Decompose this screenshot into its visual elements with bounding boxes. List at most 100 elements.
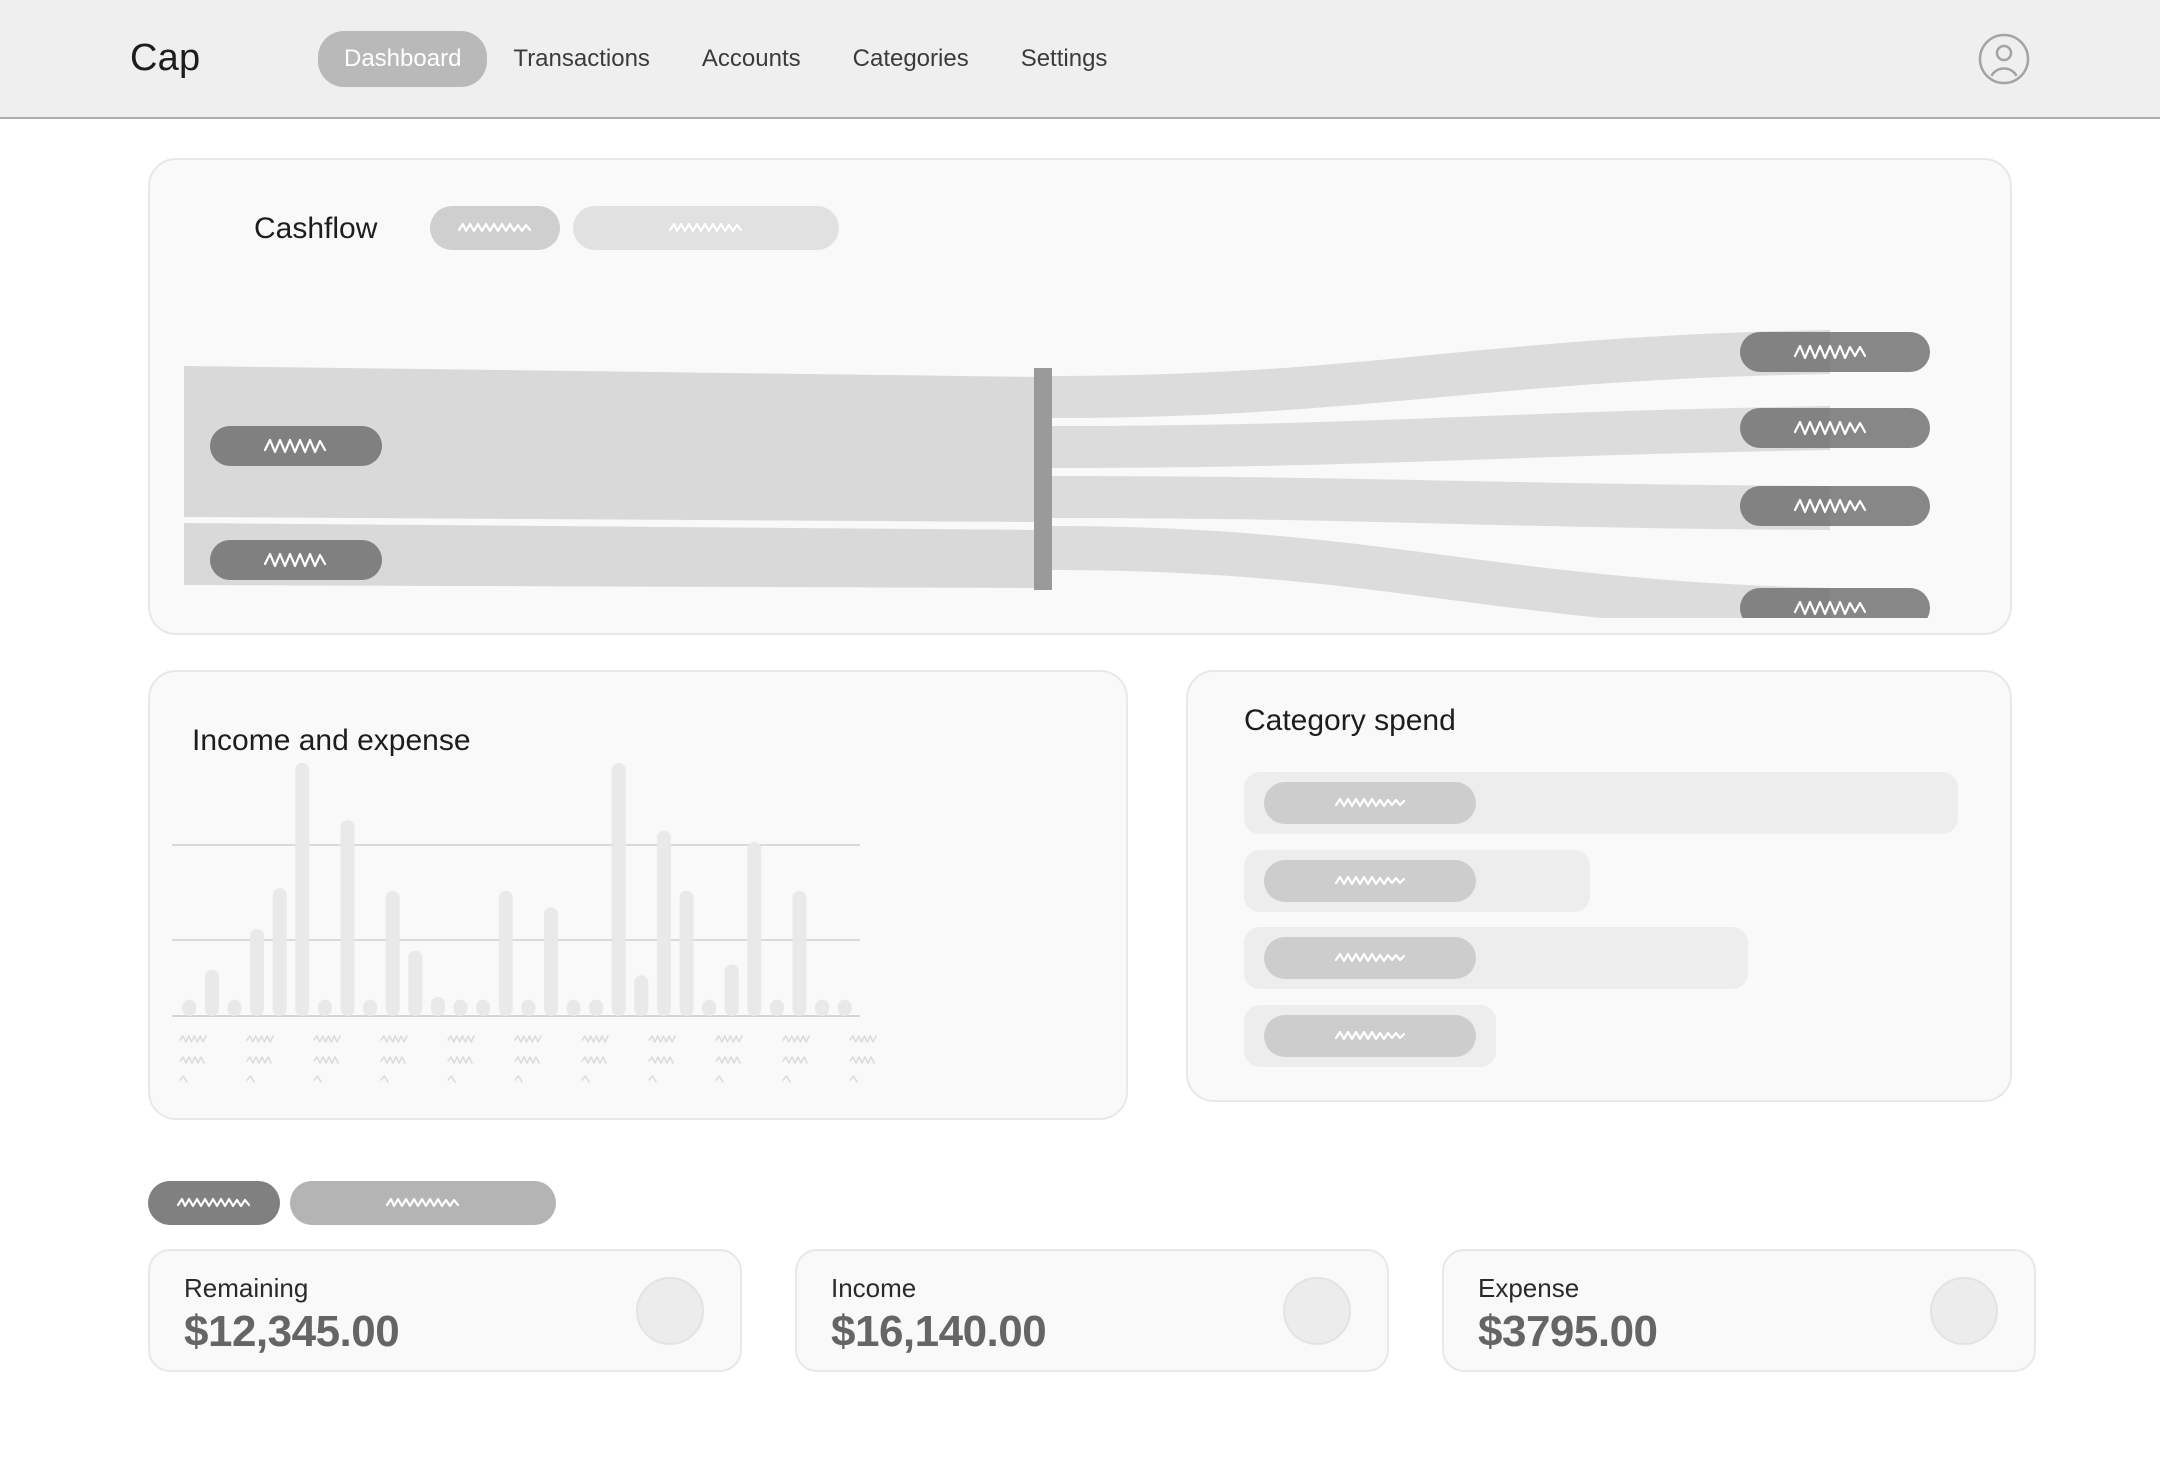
- bar[interactable]: [521, 999, 536, 1016]
- summary-card-income[interactable]: Income $16,140.00: [795, 1249, 1389, 1372]
- sankey-node-dest4[interactable]: [1740, 588, 1930, 618]
- placeholder-scribble-icon: [313, 1075, 322, 1083]
- placeholder-scribble-icon: [176, 1197, 251, 1208]
- placeholder-scribble-icon: [179, 1035, 207, 1043]
- bar[interactable]: [204, 969, 219, 1016]
- placeholder-scribble-icon: [447, 1035, 475, 1043]
- summary-value: $12,345.00: [184, 1307, 400, 1356]
- bar[interactable]: [385, 890, 400, 1016]
- cashflow-chip-secondary[interactable]: [573, 206, 839, 250]
- income-expense-bar-chart: [172, 763, 877, 1083]
- placeholder-scribble-icon: [179, 1075, 188, 1083]
- placeholder-scribble-icon: [849, 1075, 858, 1083]
- category-spend-label[interactable]: [1264, 860, 1476, 902]
- main-nav: Dashboard Transactions Accounts Categori…: [318, 30, 1134, 87]
- placeholder-scribble-icon: [1334, 1030, 1406, 1041]
- bar[interactable]: [498, 890, 513, 1016]
- bar[interactable]: [747, 841, 762, 1016]
- sankey-link-hub-dest4: [1050, 526, 1830, 618]
- placeholder-scribble-icon: [581, 1056, 607, 1064]
- nav-item-categories[interactable]: Categories: [827, 31, 995, 87]
- placeholder-scribble-icon: [514, 1035, 542, 1043]
- bar[interactable]: [476, 999, 491, 1016]
- placeholder-scribble-icon: [668, 222, 743, 233]
- bar-series: [182, 763, 852, 1016]
- placeholder-scribble-icon: [514, 1056, 540, 1064]
- toggle-secondary[interactable]: [290, 1181, 556, 1225]
- bar[interactable]: [566, 999, 581, 1016]
- bar[interactable]: [611, 763, 626, 1016]
- bar[interactable]: [408, 950, 423, 1016]
- placeholder-scribble-icon: [648, 1035, 676, 1043]
- toggle-primary[interactable]: [148, 1181, 280, 1225]
- sankey-node-dest3[interactable]: [1740, 486, 1930, 526]
- category-spend-label[interactable]: [1264, 937, 1476, 979]
- cashflow-sankey-chart: [184, 330, 1930, 618]
- placeholder-scribble-icon: [849, 1056, 875, 1064]
- user-circle-icon[interactable]: [1978, 33, 2030, 85]
- sankey-node-dest1[interactable]: [1740, 332, 1930, 372]
- summary-card-remaining[interactable]: Remaining $12,345.00: [148, 1249, 742, 1372]
- bar[interactable]: [837, 999, 852, 1016]
- placeholder-scribble-icon: [1334, 797, 1406, 808]
- nav-item-dashboard[interactable]: Dashboard: [318, 30, 488, 87]
- bar[interactable]: [724, 964, 739, 1016]
- bar[interactable]: [769, 999, 784, 1016]
- category-spend-row[interactable]: [1244, 850, 1590, 912]
- bar[interactable]: [543, 907, 558, 1016]
- summary-card-expense[interactable]: Expense $3795.00: [1442, 1249, 2036, 1372]
- sankey-link-hub-dest3: [1050, 476, 1830, 530]
- placeholder-scribble-icon: [380, 1056, 406, 1064]
- summary-value: $3795.00: [1478, 1307, 1658, 1356]
- x-axis-tick-labels: [179, 1035, 877, 1083]
- summary-icon-placeholder: [1283, 1277, 1351, 1345]
- category-spend-label[interactable]: [1264, 1015, 1476, 1057]
- bar[interactable]: [227, 999, 242, 1016]
- bar[interactable]: [250, 928, 265, 1016]
- bar[interactable]: [363, 999, 378, 1016]
- bar[interactable]: [792, 890, 807, 1016]
- bar[interactable]: [295, 763, 310, 1016]
- bar[interactable]: [317, 999, 332, 1016]
- category-spend-row[interactable]: [1244, 927, 1748, 989]
- placeholder-scribble-icon: [246, 1075, 255, 1083]
- sankey-link-hub-dest1: [1050, 330, 1830, 418]
- bar[interactable]: [430, 996, 445, 1016]
- app-brand-logo: Cap: [130, 37, 201, 79]
- placeholder-scribble-icon: [246, 1035, 274, 1043]
- sankey-node-source1[interactable]: [210, 426, 382, 466]
- placeholder-scribble-icon: [313, 1056, 339, 1064]
- bar[interactable]: [182, 999, 197, 1016]
- bar[interactable]: [340, 820, 355, 1016]
- placeholder-scribble-icon: [581, 1035, 609, 1043]
- placeholder-scribble-icon: [246, 1056, 272, 1064]
- top-navigation-bar: Cap Dashboard Transactions Accounts Cate…: [0, 0, 2160, 119]
- category-spend-row[interactable]: [1244, 1005, 1496, 1067]
- category-spend-card: Category spend: [1186, 670, 2012, 1102]
- category-spend-row[interactable]: [1244, 772, 1958, 834]
- nav-item-settings[interactable]: Settings: [995, 31, 1134, 87]
- bar[interactable]: [702, 999, 717, 1016]
- placeholder-scribble-icon: [179, 1056, 205, 1064]
- bar[interactable]: [589, 999, 604, 1016]
- cashflow-chip-primary[interactable]: [430, 206, 560, 250]
- sankey-node-hub[interactable]: [1034, 368, 1052, 590]
- placeholder-scribble-icon: [447, 1075, 456, 1083]
- sankey-node-dest2[interactable]: [1740, 408, 1930, 448]
- category-spend-label[interactable]: [1264, 782, 1476, 824]
- summary-icon-placeholder: [636, 1277, 704, 1345]
- placeholder-scribble-icon: [782, 1056, 808, 1064]
- placeholder-scribble-icon: [313, 1035, 341, 1043]
- sankey-node-source2[interactable]: [210, 540, 382, 580]
- income-expense-card: Income and expense: [148, 670, 1128, 1120]
- bar[interactable]: [656, 831, 671, 1016]
- bar[interactable]: [679, 890, 694, 1016]
- bar[interactable]: [815, 999, 830, 1016]
- nav-item-accounts[interactable]: Accounts: [676, 31, 827, 87]
- placeholder-scribble-icon: [581, 1075, 590, 1083]
- bar[interactable]: [272, 888, 287, 1016]
- nav-item-transactions[interactable]: Transactions: [487, 31, 676, 87]
- bar[interactable]: [453, 999, 468, 1016]
- bar[interactable]: [634, 975, 649, 1016]
- placeholder-scribble-icon: [1334, 952, 1406, 963]
